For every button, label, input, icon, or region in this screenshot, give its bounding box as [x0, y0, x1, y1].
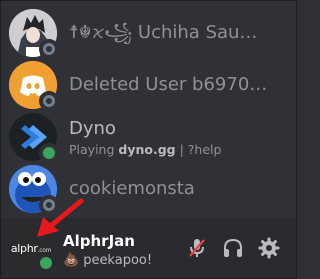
status-offline-indicator — [39, 39, 59, 59]
member-avatar-wrap — [9, 61, 59, 111]
discord-window: ☨☬ꪎ꧁ Uchiha Sau… Deleted User b6970… Dyn… — [0, 0, 297, 279]
status-offline-indicator — [39, 195, 59, 215]
custom-status[interactable]: 💩 peekapoo! — [63, 253, 152, 269]
status-online-indicator — [36, 253, 56, 273]
status-online-indicator — [39, 143, 59, 163]
member-item-cookiemonsta[interactable]: cookiemonsta — [9, 165, 291, 215]
member-name: Dyno — [69, 117, 116, 139]
username[interactable]: AlphrJan — [63, 232, 135, 250]
member-avatar-wrap — [9, 165, 59, 215]
mic-muted-icon — [189, 239, 205, 257]
member-activity: Playing dyno.gg | ?help — [69, 142, 221, 157]
mute-button[interactable] — [185, 236, 209, 260]
avatar-logo-text: alphr — [10, 241, 38, 255]
member-item-dyno[interactable]: Dyno Playing dyno.gg | ?help — [9, 113, 291, 163]
deafen-button[interactable] — [221, 236, 245, 260]
member-list: ☨☬ꪎ꧁ Uchiha Sau… Deleted User b6970… Dyn… — [1, 1, 296, 221]
member-item-deleted-user[interactable]: Deleted User b6970… — [9, 61, 291, 111]
poop-emoji-icon: 💩 — [63, 253, 80, 268]
member-item-uchiha[interactable]: ☨☬ꪎ꧁ Uchiha Sau… — [9, 9, 291, 59]
member-avatar-wrap — [9, 113, 59, 163]
member-avatar-wrap — [9, 9, 59, 59]
gear-icon — [258, 237, 280, 259]
activity-game: dyno.gg — [118, 141, 176, 157]
status-offline-indicator — [39, 91, 59, 111]
member-name: ☨☬ꪎ꧁ Uchiha Sau… — [69, 22, 258, 43]
headphones-icon — [224, 238, 242, 257]
member-name: cookiemonsta — [69, 178, 195, 199]
activity-prefix: Playing — [69, 141, 119, 157]
user-settings-button[interactable] — [257, 236, 281, 260]
user-avatar-button[interactable]: alphr.com — [9, 226, 56, 273]
member-name: Deleted User b6970… — [69, 74, 268, 95]
custom-status-text: peekapoo! — [83, 253, 153, 268]
user-panel: alphr.com AlphrJan 💩 peekapoo! — [1, 218, 296, 278]
activity-suffix: | ?help — [175, 141, 222, 157]
